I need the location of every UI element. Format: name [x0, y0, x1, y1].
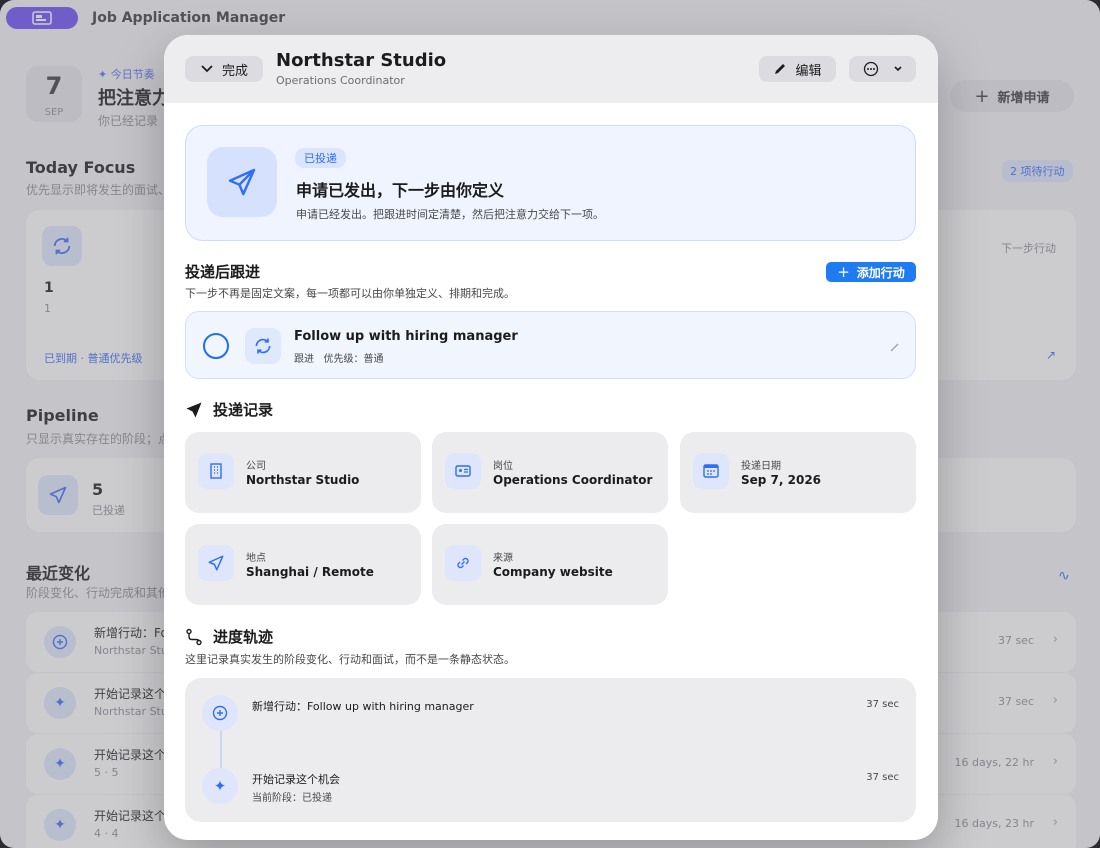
paper-plane-icon — [186, 402, 202, 417]
calendar-icon — [693, 453, 729, 489]
hero-title: 申请已发出，下一步由你定义 — [296, 181, 505, 200]
refresh-icon — [245, 328, 281, 364]
ellipsis-circle-icon — [863, 61, 878, 77]
more-menu-button[interactable] — [849, 56, 916, 82]
sparkle-icon: ✦ — [202, 768, 238, 804]
done-button[interactable]: 完成 — [185, 56, 263, 82]
action-title: Follow up with hiring manager — [294, 329, 518, 344]
chevron-down-icon — [893, 66, 902, 72]
route-icon — [186, 628, 202, 645]
record-section-title: 投递记录 — [185, 399, 273, 420]
chevron-down-icon — [201, 65, 213, 73]
field-value: Operations Coordinator — [493, 473, 653, 487]
action-meta: 跟进 优先级：普通 — [294, 354, 384, 365]
app-window: Job Application Manager 7 SEP ✦ 今日节奏 把注意… — [0, 0, 1100, 848]
location-icon — [198, 545, 234, 581]
building-icon — [198, 453, 234, 489]
hero-subtitle: 申请已经发出。把跟进时间定清楚，然后把注意力交给下一项。 — [296, 208, 604, 221]
info-source: 来源 Company website — [432, 524, 668, 605]
field-value: Sep 7, 2026 — [741, 473, 822, 487]
sheet-subtitle: Operations Coordinator — [276, 74, 405, 87]
field-value: Company website — [493, 565, 613, 579]
pencil-icon[interactable] — [889, 338, 901, 357]
timeline-connector — [220, 730, 222, 772]
field-label: 投递日期 — [741, 461, 781, 472]
field-label: 公司 — [246, 461, 266, 472]
event-time: 37 sec — [866, 699, 899, 710]
plus-circle-icon — [202, 695, 238, 731]
field-value: Shanghai / Remote — [246, 565, 374, 579]
event-time: 37 sec — [866, 772, 899, 783]
field-label: 地点 — [246, 553, 266, 564]
edit-button[interactable]: 编辑 — [759, 56, 836, 82]
status-badge: 已投递 — [295, 148, 346, 168]
sheet-title: Northstar Studio — [276, 50, 447, 71]
followup-title: 投递后跟进 — [185, 263, 261, 281]
timeline: 新增行动：Follow up with hiring manager 37 se… — [185, 678, 916, 822]
add-action-button[interactable]: + 添加行动 — [826, 262, 916, 282]
info-applied-date: 投递日期 Sep 7, 2026 — [680, 432, 916, 513]
trail-subtitle: 这里记录真实发生的阶段变化、行动和面试，而不是一条静态状态。 — [185, 653, 515, 666]
action-item[interactable]: Follow up with hiring manager 跟进 优先级：普通 — [185, 311, 916, 379]
sheet-header: 完成 Northstar Studio Operations Coordinat… — [164, 35, 938, 103]
application-detail-sheet: 完成 Northstar Studio Operations Coordinat… — [164, 35, 938, 840]
event-sub: 当前阶段：已投递 — [252, 793, 332, 804]
followup-subtitle: 下一步不再是固定文案，每一项都可以由你单独定义、排期和完成。 — [185, 287, 515, 300]
status-hero-card: 已投递 申请已发出，下一步由你定义 申请已经发出。把跟进时间定清楚，然后把注意力… — [185, 125, 916, 241]
id-card-icon — [445, 453, 481, 489]
info-company: 公司 Northstar Studio — [185, 432, 421, 513]
field-value: Northstar Studio — [246, 473, 360, 487]
complete-toggle[interactable] — [203, 333, 229, 359]
plus-icon: + — [837, 263, 850, 281]
paper-plane-icon — [207, 147, 277, 217]
pencil-icon — [775, 64, 786, 74]
field-label: 岗位 — [493, 461, 513, 472]
info-location: 地点 Shanghai / Remote — [185, 524, 421, 605]
event-title: 开始记录这个机会 — [252, 773, 340, 786]
info-position: 岗位 Operations Coordinator — [432, 432, 668, 513]
field-label: 来源 — [493, 553, 513, 564]
link-icon — [445, 545, 481, 581]
trail-section-title: 进度轨迹 — [185, 626, 273, 647]
event-title: 新增行动：Follow up with hiring manager — [252, 700, 474, 713]
